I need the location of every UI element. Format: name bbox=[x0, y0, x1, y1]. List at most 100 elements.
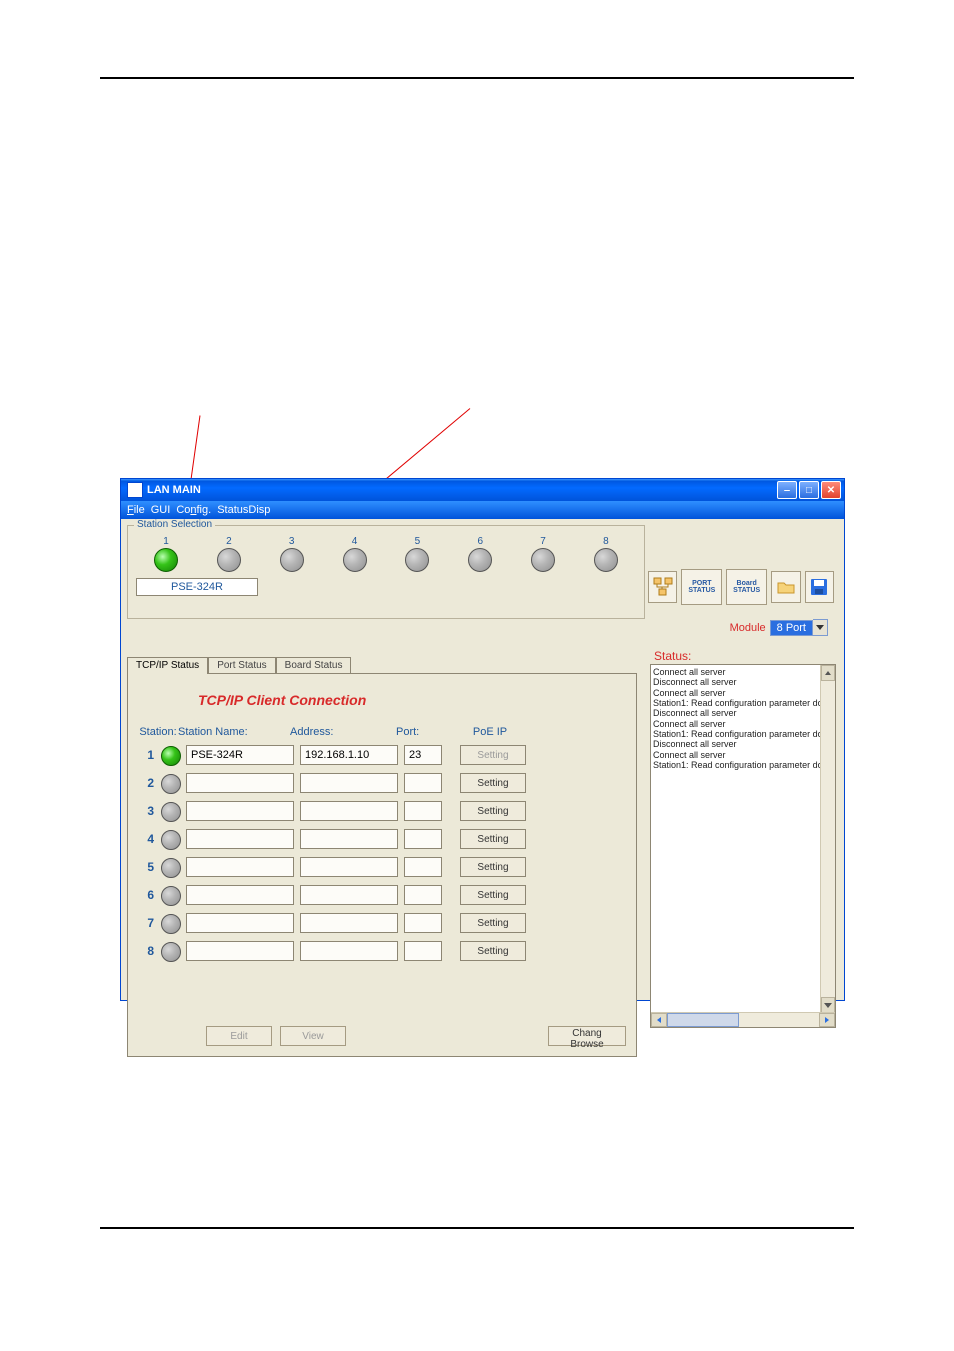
station-col-5: 5 bbox=[387, 536, 447, 594]
station-name-input[interactable] bbox=[186, 941, 294, 961]
station-name-input[interactable] bbox=[186, 745, 294, 765]
tab-header: TCP/IP Status Port Status Board Status bbox=[127, 655, 637, 673]
station-row-7: 7 Setting bbox=[138, 912, 626, 934]
port-input[interactable] bbox=[404, 829, 442, 849]
station-selection-group: Station Selection 1PSE-324R2345678 bbox=[127, 525, 645, 619]
menu-file[interactable]: File bbox=[127, 504, 145, 516]
hscroll-thumb[interactable] bbox=[667, 1013, 739, 1027]
port-input[interactable] bbox=[404, 885, 442, 905]
row-status-dot bbox=[161, 746, 181, 766]
port-input[interactable] bbox=[404, 801, 442, 821]
scroll-right-button[interactable] bbox=[819, 1013, 835, 1027]
tab-board-status[interactable]: Board Status bbox=[276, 657, 352, 673]
address-input[interactable] bbox=[300, 885, 398, 905]
setting-button[interactable]: Setting bbox=[460, 745, 526, 765]
port-input[interactable] bbox=[404, 941, 442, 961]
menu-config[interactable]: Config. bbox=[176, 504, 211, 516]
right-toolbar: PORT STATUS Board STATUS bbox=[648, 565, 834, 609]
chevron-up-icon bbox=[825, 671, 831, 675]
tab-tcpip-status[interactable]: TCP/IP Status bbox=[127, 657, 208, 674]
row-status-dot bbox=[161, 942, 181, 962]
setting-button[interactable]: Setting bbox=[460, 857, 526, 877]
chevron-down-icon bbox=[816, 625, 824, 630]
address-input[interactable] bbox=[300, 941, 398, 961]
station-name-input[interactable] bbox=[186, 829, 294, 849]
station-dot-3[interactable] bbox=[280, 548, 304, 572]
setting-button[interactable]: Setting bbox=[460, 913, 526, 933]
row-number: 6 bbox=[138, 888, 154, 902]
app-icon bbox=[127, 482, 143, 498]
col-poe-ip: PoE IP bbox=[454, 726, 526, 738]
status-line: Connect all server bbox=[653, 750, 833, 760]
port-input[interactable] bbox=[404, 745, 442, 765]
scroll-left-button[interactable] bbox=[651, 1013, 667, 1027]
address-input[interactable] bbox=[300, 829, 398, 849]
setting-button[interactable]: Setting bbox=[460, 829, 526, 849]
station-dot-8[interactable] bbox=[594, 548, 618, 572]
station-col-2: 2 bbox=[199, 536, 259, 594]
module-dropdown-button[interactable] bbox=[813, 619, 828, 636]
app-window: LAN MAIN ‒ □ ✕ File GUI Config. StatusDi… bbox=[120, 478, 845, 1001]
port-input[interactable] bbox=[404, 773, 442, 793]
scroll-up-button[interactable] bbox=[821, 665, 835, 681]
row-status-dot bbox=[161, 886, 181, 906]
titlebar: LAN MAIN ‒ □ ✕ bbox=[121, 479, 844, 501]
station-dot-2[interactable] bbox=[217, 548, 241, 572]
status-line: Disconnect all server bbox=[653, 739, 833, 749]
station-name-input[interactable] bbox=[186, 913, 294, 933]
port-status-button[interactable]: PORT STATUS bbox=[681, 569, 722, 605]
edit-button[interactable]: Edit bbox=[206, 1026, 272, 1046]
station-name-input[interactable] bbox=[186, 885, 294, 905]
station-col-1: 1PSE-324R bbox=[136, 536, 196, 596]
row-number: 7 bbox=[138, 916, 154, 930]
chang-browse-button[interactable]: Chang Browse bbox=[548, 1026, 626, 1046]
station-dot-6[interactable] bbox=[468, 548, 492, 572]
address-input[interactable] bbox=[300, 745, 398, 765]
board-status-button[interactable]: Board STATUS bbox=[726, 569, 767, 605]
status-box: Connect all serverDisconnect all serverC… bbox=[650, 664, 836, 1028]
row-number: 4 bbox=[138, 832, 154, 846]
close-button[interactable]: ✕ bbox=[821, 481, 841, 499]
status-line: Connect all server bbox=[653, 688, 833, 698]
row-number: 2 bbox=[138, 776, 154, 790]
setting-button[interactable]: Setting bbox=[460, 941, 526, 961]
minimize-button[interactable]: ‒ bbox=[777, 481, 797, 499]
port-input[interactable] bbox=[404, 913, 442, 933]
station-col-3: 3 bbox=[262, 536, 322, 594]
horizontal-scrollbar[interactable] bbox=[651, 1012, 835, 1027]
station-number-label: 1 bbox=[136, 536, 196, 547]
save-button[interactable] bbox=[805, 571, 834, 603]
address-input[interactable] bbox=[300, 913, 398, 933]
status-line: Disconnect all server bbox=[653, 677, 833, 687]
address-input[interactable] bbox=[300, 801, 398, 821]
vertical-scrollbar[interactable] bbox=[820, 665, 835, 1027]
station-selection-title: Station Selection bbox=[134, 519, 215, 530]
connection-icon-button[interactable] bbox=[648, 571, 677, 603]
menu-gui[interactable]: GUI bbox=[151, 504, 171, 516]
station-dot-1[interactable] bbox=[154, 548, 178, 572]
row-status-dot bbox=[161, 830, 181, 850]
address-input[interactable] bbox=[300, 857, 398, 877]
divider-bottom bbox=[100, 1227, 854, 1229]
station-dot-4[interactable] bbox=[343, 548, 367, 572]
scroll-down-button[interactable] bbox=[821, 997, 835, 1013]
status-line: Disconnect all server bbox=[653, 708, 833, 718]
folder-button[interactable] bbox=[771, 571, 800, 603]
station-dot-7[interactable] bbox=[531, 548, 555, 572]
setting-button[interactable]: Setting bbox=[460, 885, 526, 905]
maximize-button[interactable]: □ bbox=[799, 481, 819, 499]
port-input[interactable] bbox=[404, 857, 442, 877]
station-number-label: 6 bbox=[450, 536, 510, 547]
station-name-input[interactable] bbox=[186, 773, 294, 793]
view-button[interactable]: View bbox=[280, 1026, 346, 1046]
setting-button[interactable]: Setting bbox=[460, 773, 526, 793]
station-name-input[interactable] bbox=[186, 857, 294, 877]
tab-port-status[interactable]: Port Status bbox=[208, 657, 275, 673]
setting-button[interactable]: Setting bbox=[460, 801, 526, 821]
station-dot-5[interactable] bbox=[405, 548, 429, 572]
status-line: Station1: Read configuration parameter d… bbox=[653, 698, 833, 708]
address-input[interactable] bbox=[300, 773, 398, 793]
status-line: Connect all server bbox=[653, 667, 833, 677]
menu-statusdisp[interactable]: StatusDisp bbox=[217, 504, 270, 516]
station-name-input[interactable] bbox=[186, 801, 294, 821]
